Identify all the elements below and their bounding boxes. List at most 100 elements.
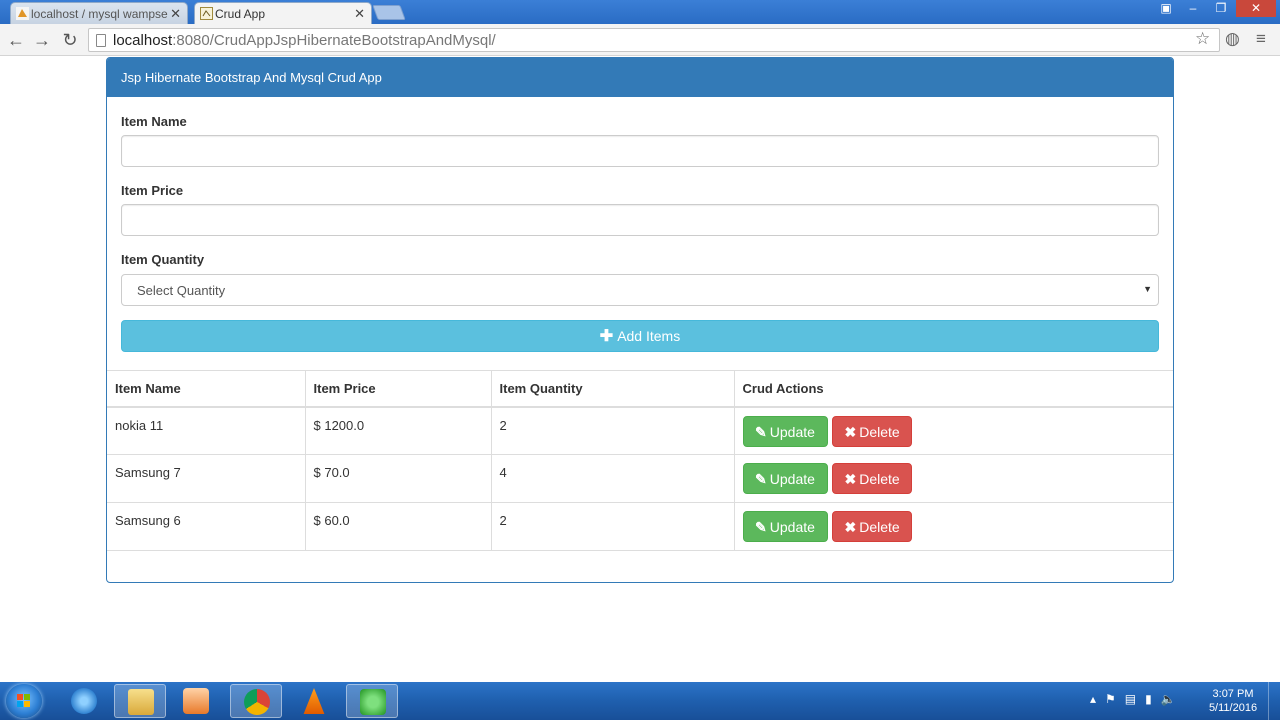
table-row: Samsung 6 $ 60.0 2 ✎ Update ✖ Delete xyxy=(107,502,1173,551)
edit-icon: ✎ xyxy=(755,471,767,487)
url-host: localhost xyxy=(113,32,173,49)
add-items-label: Add Items xyxy=(617,328,681,344)
bookmark-star-icon[interactable]: ☆ xyxy=(1195,29,1210,49)
edit-icon: ✎ xyxy=(755,519,767,535)
address-bar[interactable]: localhost:8080/CrudAppJspHibernateBootst… xyxy=(88,28,1220,52)
item-name-cell: Samsung 7 xyxy=(107,454,305,503)
start-button[interactable] xyxy=(6,684,42,718)
tab-crud-app[interactable]: Crud App ✕ xyxy=(194,2,372,24)
close-icon: ✖ xyxy=(844,519,857,535)
extension-icon[interactable]: ◍ xyxy=(1225,29,1240,49)
edit-icon: ✎ xyxy=(755,423,767,440)
new-tab-button[interactable] xyxy=(372,5,406,20)
taskbar-chrome[interactable] xyxy=(230,684,282,718)
item-price-cell: $ 70.0 xyxy=(304,454,491,503)
url-text: localhost:8080/CrudAppJspHibernateBootst… xyxy=(113,32,496,49)
crud-panel: Jsp Hibernate Bootstrap And Mysql Crud A… xyxy=(106,57,1174,583)
window-controls: ▣ – ❐ ✕ xyxy=(1154,0,1276,18)
action-center-flag-icon[interactable]: ⚑ xyxy=(1105,692,1116,706)
taskbar-vlc[interactable] xyxy=(288,684,340,718)
delete-button[interactable]: ✖ Delete xyxy=(832,463,913,494)
table-row: nokia 11 $ 1200.0 2 ✎ Update ✖ Delete xyxy=(107,406,1173,455)
chrome-icon xyxy=(244,689,270,715)
page-favicon-icon xyxy=(200,7,213,20)
volume-icon[interactable]: 🔈 xyxy=(1161,692,1176,706)
delete-button[interactable]: ✖ Delete xyxy=(832,415,913,447)
close-icon[interactable]: ✕ xyxy=(170,3,181,24)
window-close-button[interactable]: ✕ xyxy=(1236,0,1276,17)
media-player-icon xyxy=(183,688,209,714)
item-quantity-label: Item Quantity xyxy=(121,252,205,267)
plus-icon: ✚ xyxy=(599,328,614,345)
item-name-cell: nokia 11 xyxy=(107,406,305,455)
page-icon xyxy=(96,34,106,47)
tab-title: Crud App xyxy=(215,7,266,21)
clock-time: 3:07 PM xyxy=(1212,688,1254,700)
delete-button[interactable]: ✖ Delete xyxy=(832,511,913,542)
windows-logo-icon xyxy=(17,694,30,707)
column-header: Crud Actions xyxy=(733,370,1173,408)
taskbar-internet-explorer[interactable] xyxy=(58,684,110,718)
tab-phpmyadmin[interactable]: localhost / mysql wampse ✕ xyxy=(10,2,188,24)
item-quantity-select[interactable]: Select Quantity ▼ xyxy=(121,274,1159,306)
panel-heading: Jsp Hibernate Bootstrap And Mysql Crud A… xyxy=(107,58,1173,97)
update-label: Update xyxy=(769,471,815,487)
quantity-placeholder: Select Quantity xyxy=(137,283,226,298)
item-price-input[interactable] xyxy=(121,204,1159,236)
item-quantity-cell: 4 xyxy=(490,454,734,503)
taskbar-eclipse[interactable] xyxy=(346,684,398,718)
vlc-cone-icon xyxy=(303,688,325,714)
delete-label: Delete xyxy=(859,471,900,487)
close-icon: ✖ xyxy=(844,471,857,487)
minimize-button[interactable]: – xyxy=(1180,0,1206,17)
taskbar: ▴ ⚑ ▤ ▮ 🔈 3:07 PM 5/11/2016 xyxy=(0,682,1280,720)
item-name-label: Item Name xyxy=(121,114,187,129)
user-profile-icon[interactable]: ▣ xyxy=(1154,0,1178,17)
folder-icon xyxy=(128,689,154,715)
crud-actions-cell: ✎ Update ✖ Delete xyxy=(733,502,1173,551)
network-icon[interactable]: ▮ xyxy=(1145,692,1152,706)
update-button[interactable]: ✎ Update xyxy=(742,511,828,542)
taskbar-file-explorer[interactable] xyxy=(114,684,166,718)
table-row: Samsung 7 $ 70.0 4 ✎ Update ✖ Delete xyxy=(107,454,1173,503)
items-table: Item Name Item Price Item Quantity Crud … xyxy=(107,370,1173,551)
close-icon[interactable]: ✕ xyxy=(354,3,365,24)
table-header-row: Item Name Item Price Item Quantity Crud … xyxy=(107,370,1173,408)
reload-icon[interactable]: ↻ xyxy=(59,29,81,51)
phpmyadmin-icon xyxy=(16,7,29,20)
delete-label: Delete xyxy=(859,423,900,440)
maximize-button[interactable]: ❐ xyxy=(1208,0,1234,17)
tray-expand-icon[interactable]: ▴ xyxy=(1090,692,1096,706)
url-path: :8080/CrudAppJspHibernateBootstrapAndMys… xyxy=(172,32,496,49)
show-desktop-button[interactable] xyxy=(1268,682,1280,720)
clock-date: 5/11/2016 xyxy=(1208,702,1258,714)
crud-actions-cell: ✎ Update ✖ Delete xyxy=(733,454,1173,503)
device-icon[interactable]: ▤ xyxy=(1125,692,1136,706)
column-header: Item Quantity xyxy=(490,370,734,408)
item-name-cell: Samsung 6 xyxy=(107,502,305,551)
item-quantity-cell: 2 xyxy=(490,502,734,551)
app-gear-icon xyxy=(360,689,386,715)
update-label: Update xyxy=(769,519,815,535)
chevron-down-icon: ▼ xyxy=(1143,284,1152,294)
forward-arrow-icon[interactable]: → xyxy=(31,29,53,51)
close-icon: ✖ xyxy=(844,423,857,440)
column-header: Item Name xyxy=(107,370,305,408)
browser-tab-strip: localhost / mysql wampse ✕ Crud App ✕ ▣ … xyxy=(0,0,1280,24)
taskbar-clock[interactable]: 3:07 PM 5/11/2016 xyxy=(1198,687,1268,715)
system-tray: ▴ ⚑ ▤ ▮ 🔈 xyxy=(1090,692,1176,706)
add-items-button[interactable]: ✚ Add Items xyxy=(121,320,1159,352)
item-quantity-cell: 2 xyxy=(490,406,734,455)
update-button[interactable]: ✎ Update xyxy=(742,415,828,447)
update-button[interactable]: ✎ Update xyxy=(742,463,828,494)
taskbar-media-player[interactable] xyxy=(170,684,222,718)
item-name-input[interactable] xyxy=(121,135,1159,167)
item-price-cell: $ 60.0 xyxy=(304,502,491,551)
update-label: Update xyxy=(769,423,815,440)
column-header: Item Price xyxy=(304,370,491,408)
menu-icon[interactable]: ≡ xyxy=(1256,29,1266,49)
delete-label: Delete xyxy=(859,519,900,535)
back-arrow-icon[interactable]: ← xyxy=(5,29,27,51)
browser-toolbar: ← → ↻ localhost:8080/CrudAppJspHibernate… xyxy=(0,24,1280,56)
item-price-label: Item Price xyxy=(121,183,184,198)
